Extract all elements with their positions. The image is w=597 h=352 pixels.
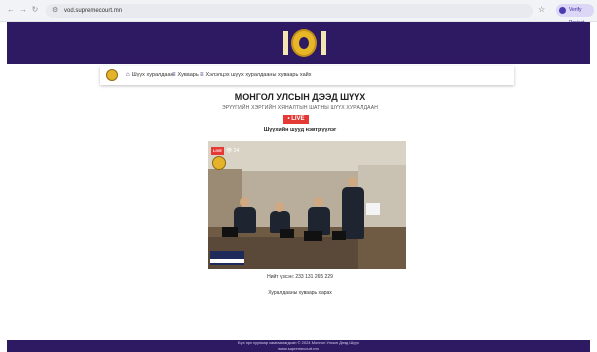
page-title: МОНГОЛ УЛСЫН ДЭЭД ШҮҮХ — [234, 92, 366, 102]
reload-icon[interactable]: ↻ — [30, 5, 40, 15]
video-monitor — [222, 227, 238, 237]
profile-button[interactable]: Verify Project — [556, 4, 594, 26]
back-arrow-icon[interactable]: ← — [6, 5, 16, 15]
video-person-head — [275, 202, 284, 212]
live-badge: • LIVE — [283, 115, 309, 124]
menu-item-label: Хуваарь — [177, 72, 199, 78]
court-emblem-logo[interactable] — [291, 29, 317, 57]
menu-item-label: Хэлэлцэх шүүх хуралдааны хуваарь хайх — [205, 72, 312, 78]
site-footer: Бүх эрх хуулиар хамгаалагдсан © 2024 Мон… — [7, 340, 590, 352]
section-heading: Шүүхийн шууд нэвтрүүлэг — [263, 127, 337, 133]
schedule-link[interactable]: Хуралдааны хуваарь харах — [200, 290, 400, 296]
emblem-scales-icon — [299, 37, 309, 49]
menu-logo-icon[interactable] — [106, 69, 118, 81]
menu-item-hearings[interactable]: ⌂ Шүүх хуралдаан — [126, 70, 174, 81]
video-monitor — [332, 231, 346, 240]
video-live-badge: LIVE — [211, 147, 224, 155]
video-monitor — [304, 231, 322, 241]
main-menu: ⌂ Шүүх хуралдаан ≡ Хуваарь ≡ Хэлэлцэх шүүх … — [100, 66, 514, 85]
url-text: vod.supremecourt.mn — [64, 8, 123, 14]
list-icon: ≡ — [200, 72, 204, 78]
menu-item-schedule[interactable]: ≡ Хуваарь — [172, 70, 199, 81]
eye-icon: 👁 — [226, 148, 233, 154]
page-subtitle: ЭРҮҮГИЙН ХЭРГИЙН ХЯНАЛТЫН ШАТНЫ ШҮҮХ ХУР… — [221, 105, 379, 111]
address-bar[interactable]: ⚙ vod.supremecourt.mn — [46, 4, 533, 18]
site-info-icon[interactable]: ⚙ — [52, 6, 58, 16]
total-views-text: Нийт үзсэн: 233 131 265 229 — [267, 274, 333, 280]
list-icon: ≡ — [172, 72, 176, 78]
browser-toolbar: ← → ↻ ⚙ vod.supremecourt.mn ☆ Verify Pro… — [0, 0, 597, 26]
video-watermark-logo — [212, 156, 226, 170]
video-person-head — [240, 197, 249, 207]
video-person-head — [314, 197, 323, 207]
video-document — [366, 203, 380, 215]
video-monitor — [280, 229, 294, 238]
menu-item-label: Шүүх хуралдаан — [131, 72, 174, 78]
view-count-value: 24 — [233, 148, 240, 154]
menu-item-search-schedule[interactable]: ≡ Хэлэлцэх шүүх хуралдааны хуваарь хайх — [200, 70, 311, 81]
bookmark-star-icon[interactable]: ☆ — [538, 5, 545, 15]
home-icon: ⌂ — [126, 72, 130, 78]
video-person-head — [348, 177, 357, 187]
footer-link[interactable]: www.supremecourt.mn — [7, 346, 590, 352]
video-player[interactable]: LIVE 👁 24 — [208, 141, 406, 269]
soyombo-left-icon — [283, 31, 288, 55]
soyombo-right-icon — [321, 31, 326, 55]
video-caption-bar — [210, 259, 244, 263]
forward-arrow-icon[interactable]: → — [18, 5, 28, 15]
avatar — [559, 7, 566, 14]
view-count: 👁 24 — [226, 147, 239, 155]
